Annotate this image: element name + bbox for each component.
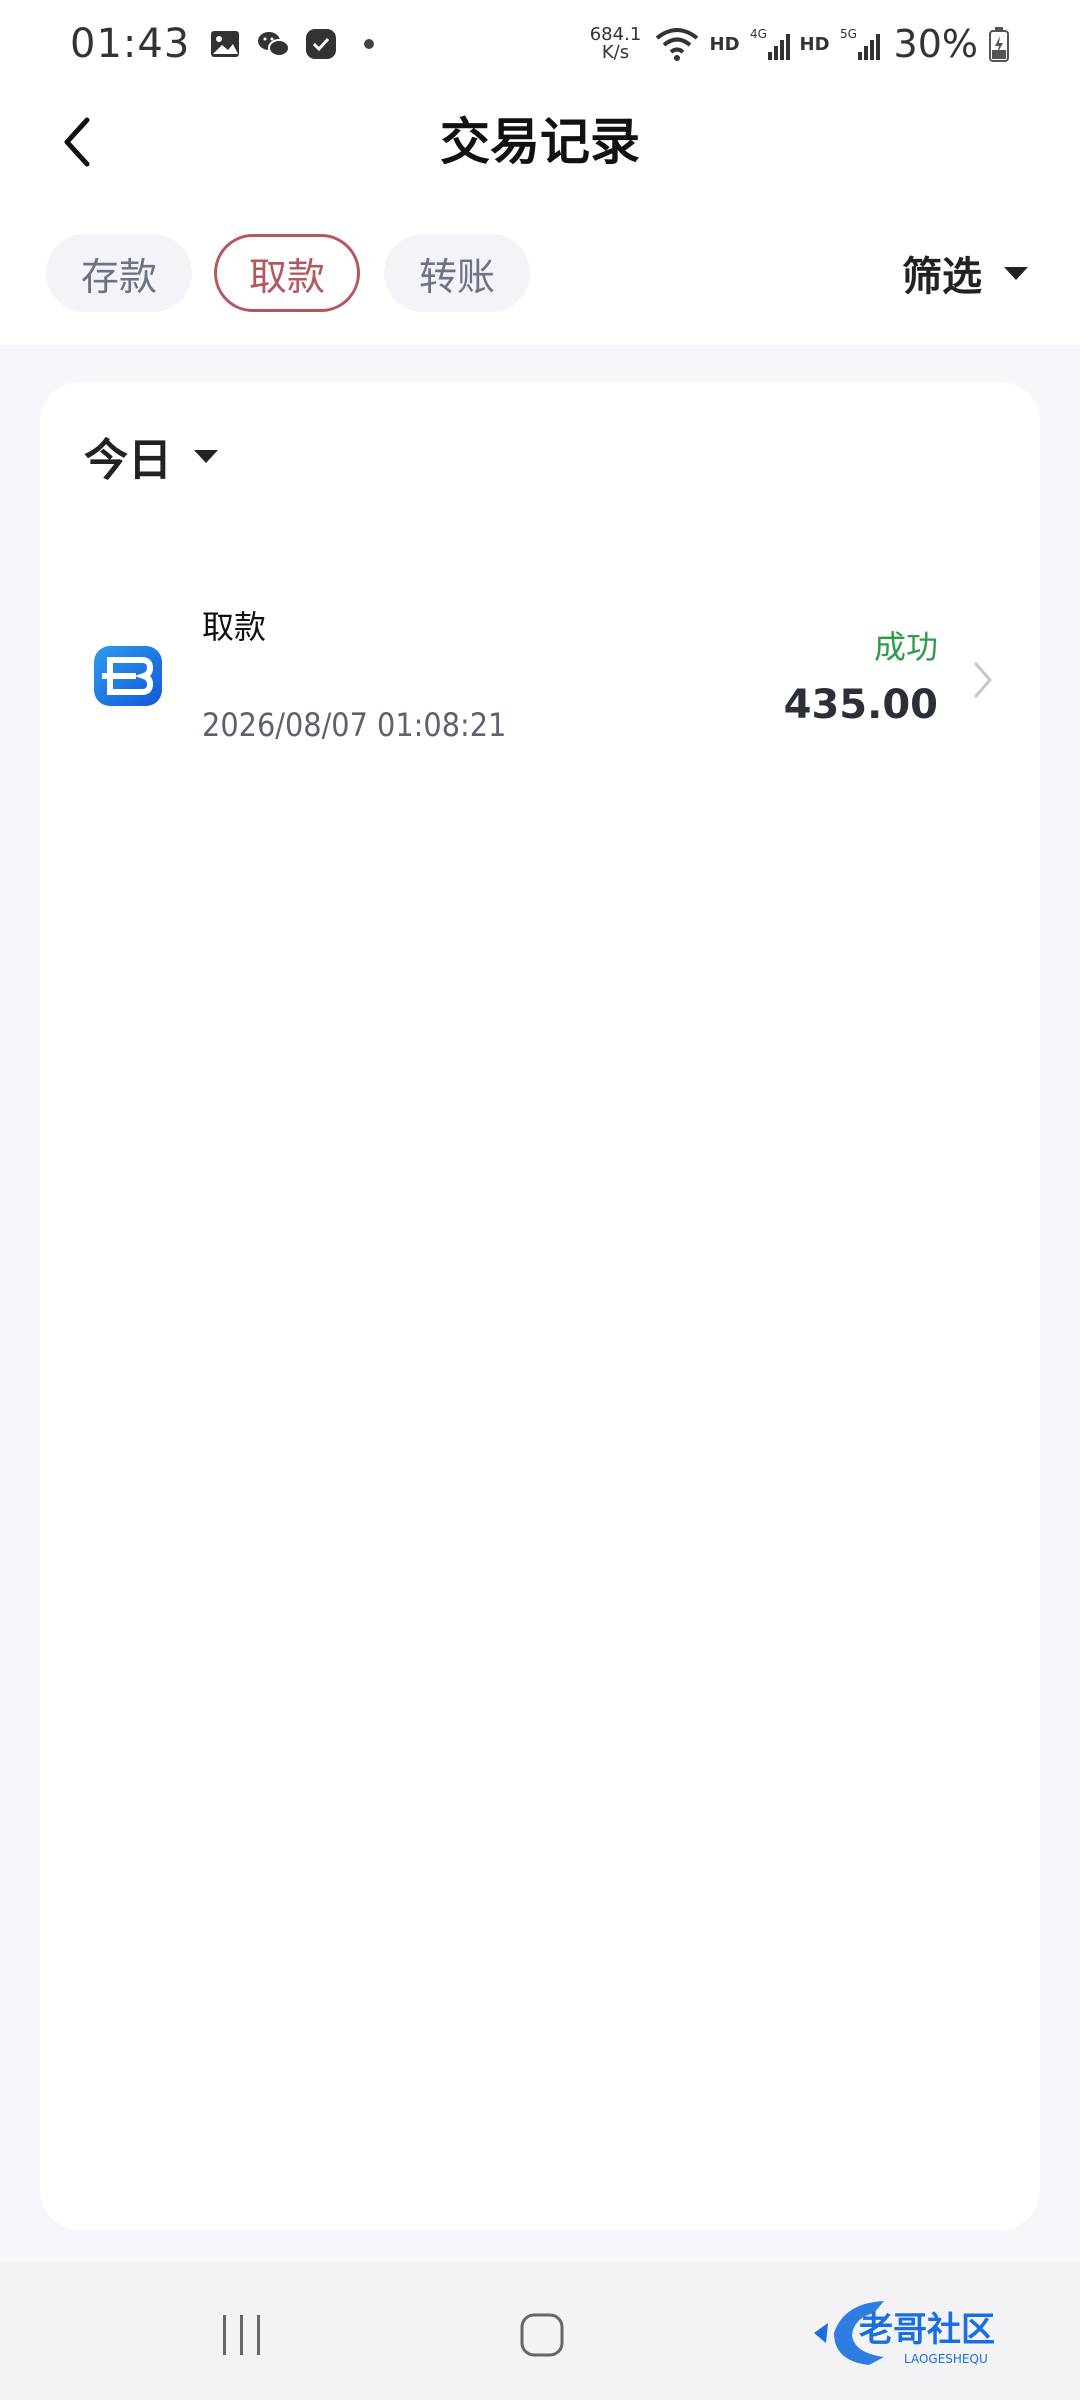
status-time: 01:43: [70, 21, 191, 67]
hd-label-2: HD: [799, 33, 830, 55]
filter-button[interactable]: 筛选: [902, 234, 1028, 312]
app-badge-icon: [306, 29, 337, 59]
transaction-date: 2026/08/07 01:08:21: [202, 706, 507, 744]
watermark-subtext: LAOGESHEQU: [904, 2352, 988, 2366]
tab-deposit[interactable]: 存款: [46, 234, 192, 312]
battery-percent: 30%: [893, 22, 978, 66]
gallery-icon: [211, 31, 240, 57]
date-filter-label: 今日: [84, 435, 172, 486]
filter-label: 筛选: [902, 254, 982, 300]
caret-down-icon: [1004, 266, 1028, 280]
date-filter-dropdown[interactable]: 今日: [84, 426, 218, 486]
page-title: 交易记录: [440, 113, 640, 171]
status-bar: 01:43 684.1 K/s HD 4G HD 5G 30%: [0, 0, 1080, 88]
transaction-status: 成功: [873, 628, 938, 666]
signal-5g-icon: 5G: [840, 27, 880, 60]
transaction-title: 取款: [202, 608, 267, 646]
svg-text:5G: 5G: [840, 27, 857, 41]
dot-icon: [364, 39, 375, 49]
home-button[interactable]: [512, 2307, 572, 2363]
svg-text:4G: 4G: [750, 27, 767, 41]
app-screen: 01:43 684.1 K/s HD 4G HD 5G 30% 交易记录 存款 …: [0, 0, 1080, 2400]
bank-logo-icon: [94, 646, 162, 706]
status-right: 684.1 K/s HD 4G HD 5G 30%: [588, 22, 1011, 66]
transaction-row[interactable]: 取款 2026/08/07 01:08:21 成功 435.00: [40, 602, 1040, 762]
wifi-icon: [655, 28, 698, 61]
net-speed-unit: K/s: [601, 42, 630, 63]
transaction-amount: 435.00: [783, 682, 938, 728]
tab-withdraw[interactable]: 取款: [214, 234, 360, 312]
home-icon: [520, 2313, 564, 2357]
tab-transfer[interactable]: 转账: [384, 234, 530, 312]
tabs-bar: 存款 取款 转账 筛选: [0, 230, 1080, 345]
caret-down-icon: [194, 449, 218, 463]
watermark-logo: 老哥社区 LAOGESHEQU: [814, 2301, 995, 2366]
chevron-right-icon: [974, 662, 992, 698]
recents-button[interactable]: [212, 2307, 272, 2363]
hd-label: HD: [709, 33, 740, 55]
watermark-text: 老哥社区: [859, 2310, 995, 2350]
net-speed: 684.1 K/s: [588, 26, 644, 62]
recents-icon: [223, 2315, 260, 2355]
transaction-list-card: 今日 取款 2026/08/07 01:08:21 成功 435.00: [40, 382, 1040, 2230]
battery-icon: [989, 27, 1009, 62]
notification-icons: [208, 27, 386, 61]
system-nav-bar: 老哥社区 LAOGESHEQU: [0, 2263, 1080, 2400]
wechat-icon: [258, 32, 291, 57]
signal-4g-icon: 4G: [750, 27, 790, 60]
